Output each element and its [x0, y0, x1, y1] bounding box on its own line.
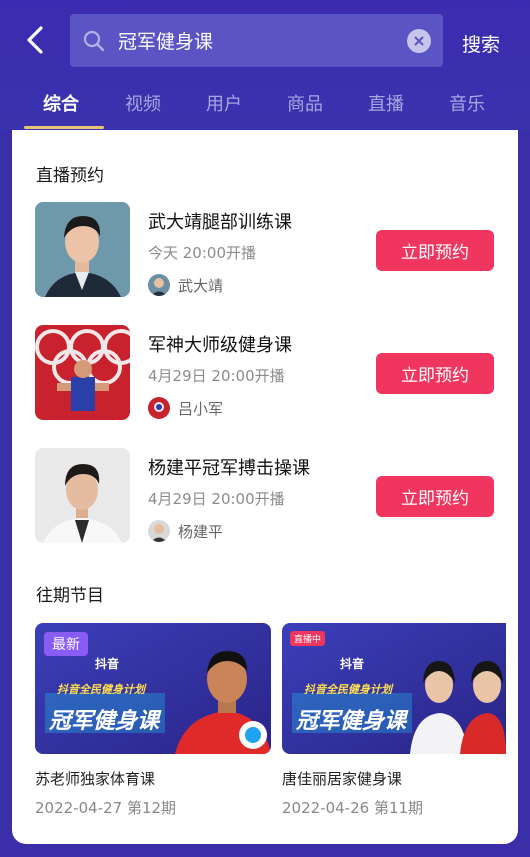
- book-now-button[interactable]: 立即预约: [376, 476, 494, 517]
- tab-bar: 综合 视频 用户 商品 直播 音乐: [0, 86, 530, 130]
- past-section-title: 往期节目: [36, 586, 104, 606]
- author-name: 杨建平: [178, 522, 224, 541]
- past-episode-title: 唐佳丽居家健身课: [282, 770, 403, 788]
- past-episode-card[interactable]: 最新 抖音 抖音全民健身计划 冠军健身课 苏老师独家体育课 2022-04-27…: [35, 623, 271, 818]
- close-icon: [414, 35, 424, 46]
- live-item-author: 杨建平: [148, 520, 223, 542]
- poster-slogan: 冠军健身课: [49, 709, 160, 734]
- avatar: [148, 520, 170, 542]
- poster-brand: 抖音: [340, 657, 365, 671]
- tab-live[interactable]: 直播: [368, 90, 404, 116]
- search-button[interactable]: 搜索: [462, 30, 500, 57]
- live-item-title: 杨建平冠军搏击操课: [148, 458, 310, 479]
- live-cover-image: [35, 448, 130, 543]
- avatar: [148, 397, 170, 419]
- live-item-time: 4月29日 20:00开播: [148, 367, 285, 385]
- poster-plan: 抖音全民健身计划: [57, 683, 145, 696]
- live-section-title: 直播预约: [36, 166, 104, 186]
- poster-plan: 抖音全民健身计划: [304, 683, 392, 696]
- live-item[interactable]: 军神大师级健身课 4月29日 20:00开播 吕小军 立即预约: [35, 325, 505, 421]
- tab-products[interactable]: 商品: [287, 90, 323, 116]
- live-item-time: 4月29日 20:00开播: [148, 490, 285, 508]
- past-episode-card[interactable]: 直播中 抖音 抖音全民健身计划 冠军健身课 唐佳丽居家健身课 2022-04-2…: [282, 623, 506, 818]
- clear-search-button[interactable]: [407, 28, 431, 53]
- past-episode-cover[interactable]: 直播中 抖音 抖音全民健身计划 冠军健身课: [282, 623, 506, 754]
- author-name: 吕小军: [178, 399, 224, 418]
- search-query-text: 冠军健身课: [118, 31, 214, 53]
- live-item[interactable]: 杨建平冠军搏击操课 4月29日 20:00开播 杨建平 立即预约: [35, 448, 505, 544]
- book-now-button[interactable]: 立即预约: [376, 353, 494, 394]
- live-item-time: 今天 20:00开播: [148, 244, 256, 262]
- live-item-author: 吕小军: [148, 397, 223, 419]
- avatar: [148, 274, 170, 296]
- chevron-left-icon: [27, 26, 43, 54]
- tab-all[interactable]: 综合: [43, 90, 79, 116]
- past-episode-date: 2022-04-26 第11期: [282, 799, 424, 817]
- active-tab-indicator: [24, 126, 104, 129]
- live-item-title: 武大靖腿部训练课: [148, 212, 292, 233]
- new-badge: 最新: [44, 632, 88, 656]
- poster-brand: 抖音: [95, 657, 120, 671]
- results-card: 直播预约 武大靖腿部训练课 今天 20:00开播 武大靖 立即预约 军神大师级健…: [12, 130, 518, 844]
- past-episode-cover[interactable]: 最新 抖音 抖音全民健身计划 冠军健身课: [35, 623, 271, 754]
- book-now-button[interactable]: 立即预约: [376, 230, 494, 271]
- live-cover-image: [35, 325, 130, 420]
- tab-video[interactable]: 视频: [125, 90, 161, 116]
- tab-music[interactable]: 音乐: [449, 90, 485, 116]
- live-status-tag: 直播中: [290, 631, 326, 646]
- search-input[interactable]: 冠军健身课: [70, 14, 443, 67]
- live-item-title: 军神大师级健身课: [148, 335, 292, 356]
- live-cover-image: [35, 202, 130, 297]
- top-bar: 冠军健身课 搜索 综合 视频 用户 商品 直播 音乐: [0, 0, 530, 130]
- live-item[interactable]: 武大靖腿部训练课 今天 20:00开播 武大靖 立即预约: [35, 202, 505, 298]
- search-icon: [82, 29, 106, 53]
- back-button[interactable]: [18, 20, 52, 60]
- author-name: 武大靖: [178, 276, 224, 295]
- live-item-author: 武大靖: [148, 274, 223, 296]
- poster-slogan: 冠军健身课: [296, 709, 407, 734]
- past-episode-title: 苏老师独家体育课: [35, 770, 156, 788]
- tab-users[interactable]: 用户: [206, 90, 242, 116]
- past-episode-date: 2022-04-27 第12期: [35, 799, 177, 817]
